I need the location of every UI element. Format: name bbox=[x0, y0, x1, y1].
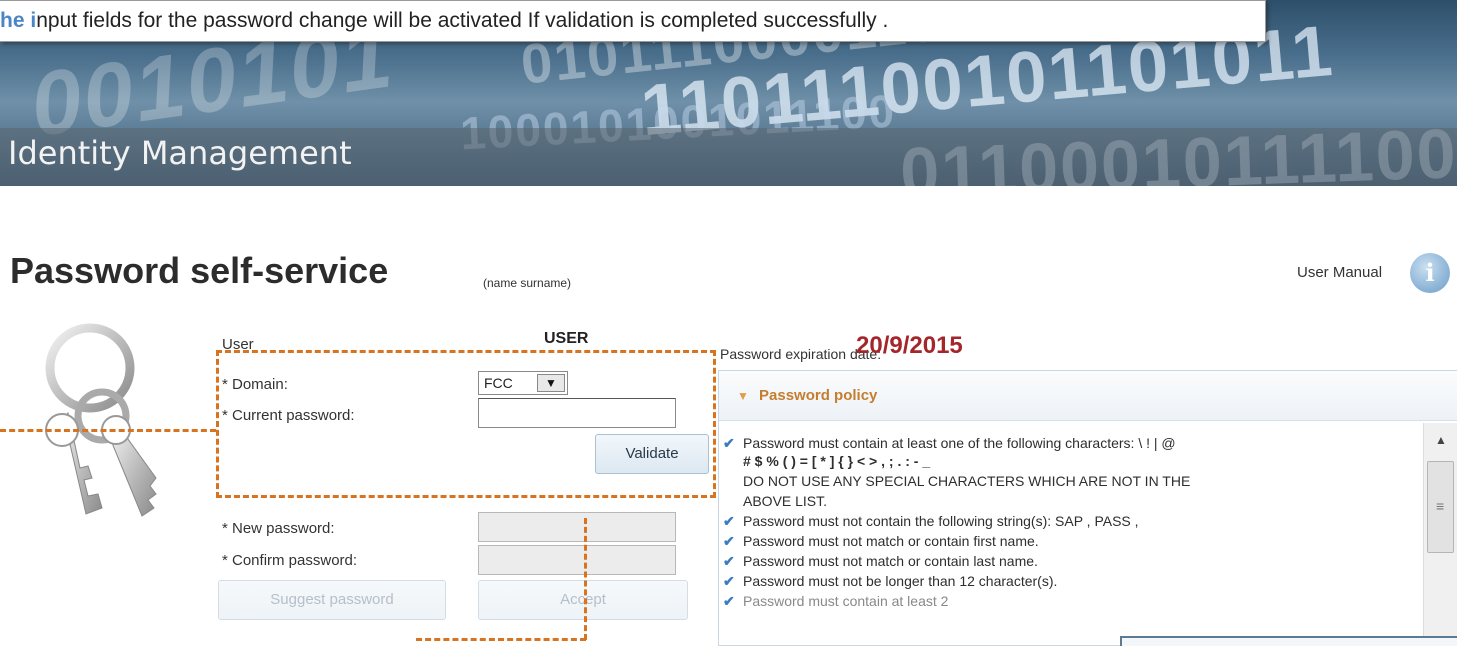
new-password-label: * New password: bbox=[222, 520, 335, 537]
instruction-callout: he input fields for the password change … bbox=[0, 0, 1266, 42]
user-value: USER bbox=[544, 330, 589, 347]
confirm-password-label: * Confirm password: bbox=[222, 552, 358, 569]
check-icon: ✔ bbox=[723, 513, 735, 529]
page-title: Password self-service bbox=[10, 250, 389, 291]
app-title: Identity Management bbox=[8, 134, 352, 172]
user-manual-link[interactable]: User Manual bbox=[1297, 264, 1382, 281]
accept-button[interactable]: Accept bbox=[478, 580, 688, 620]
policy-rule: ✔ Password must not match or contain firs… bbox=[723, 533, 1039, 549]
info-icon[interactable]: i bbox=[1410, 253, 1450, 293]
highlight-connector-bottom bbox=[416, 638, 586, 641]
expiration-date: 20/9/2015 bbox=[856, 332, 963, 359]
grip-icon: ≡ bbox=[1436, 498, 1445, 514]
overlay-dialog-edge bbox=[1120, 636, 1457, 646]
scrollbar-thumb[interactable]: ≡ bbox=[1427, 461, 1454, 553]
check-icon: ✔ bbox=[723, 573, 735, 589]
check-icon: ✔ bbox=[723, 553, 735, 569]
policy-title[interactable]: Password policy bbox=[759, 387, 877, 404]
validation-highlight-box bbox=[216, 350, 716, 498]
check-icon: ✔ bbox=[723, 435, 735, 451]
callout-text: nput fields for the password change will… bbox=[36, 9, 889, 32]
scroll-up-icon[interactable]: ▲ bbox=[1435, 433, 1447, 447]
name-hint: (name surname) bbox=[483, 276, 572, 290]
policy-rule-continuation: ABOVE LIST. bbox=[743, 493, 828, 509]
policy-rule: ✔ Password must not be longer than 12 cha… bbox=[723, 573, 1058, 589]
confirm-password-input[interactable] bbox=[478, 545, 676, 575]
policy-rule: ✔ Password must contain at least 2 bbox=[723, 593, 949, 609]
suggest-password-button[interactable]: Suggest password bbox=[218, 580, 446, 620]
triangle-down-icon[interactable]: ▼ bbox=[737, 389, 749, 403]
highlight-connector-vertical bbox=[584, 518, 587, 640]
policy-scrollbar[interactable]: ▲ ≡ bbox=[1423, 423, 1457, 646]
policy-rule-continuation: # $ % ( ) = [ * ] { } < > , ; . : - _ bbox=[743, 453, 931, 469]
policy-rule: ✔ Password must not match or contain last… bbox=[723, 553, 1038, 569]
policy-rule: ✔ Password must contain at least one of t… bbox=[723, 435, 1176, 451]
check-icon: ✔ bbox=[723, 533, 735, 549]
policy-header[interactable]: ▼ Password policy bbox=[719, 371, 1457, 421]
new-password-input[interactable] bbox=[478, 512, 676, 542]
keys-icon bbox=[45, 323, 157, 517]
check-icon: ✔ bbox=[723, 593, 735, 609]
policy-rule: ✔ Password must not contain the following… bbox=[723, 513, 1139, 529]
policy-rule-continuation: DO NOT USE ANY SPECIAL CHARACTERS WHICH … bbox=[743, 473, 1191, 489]
password-policy-panel: ▼ Password policy ✔ Password must contain… bbox=[718, 370, 1457, 646]
highlight-connector-left bbox=[0, 429, 216, 432]
callout-accent-text: he i bbox=[0, 9, 37, 32]
